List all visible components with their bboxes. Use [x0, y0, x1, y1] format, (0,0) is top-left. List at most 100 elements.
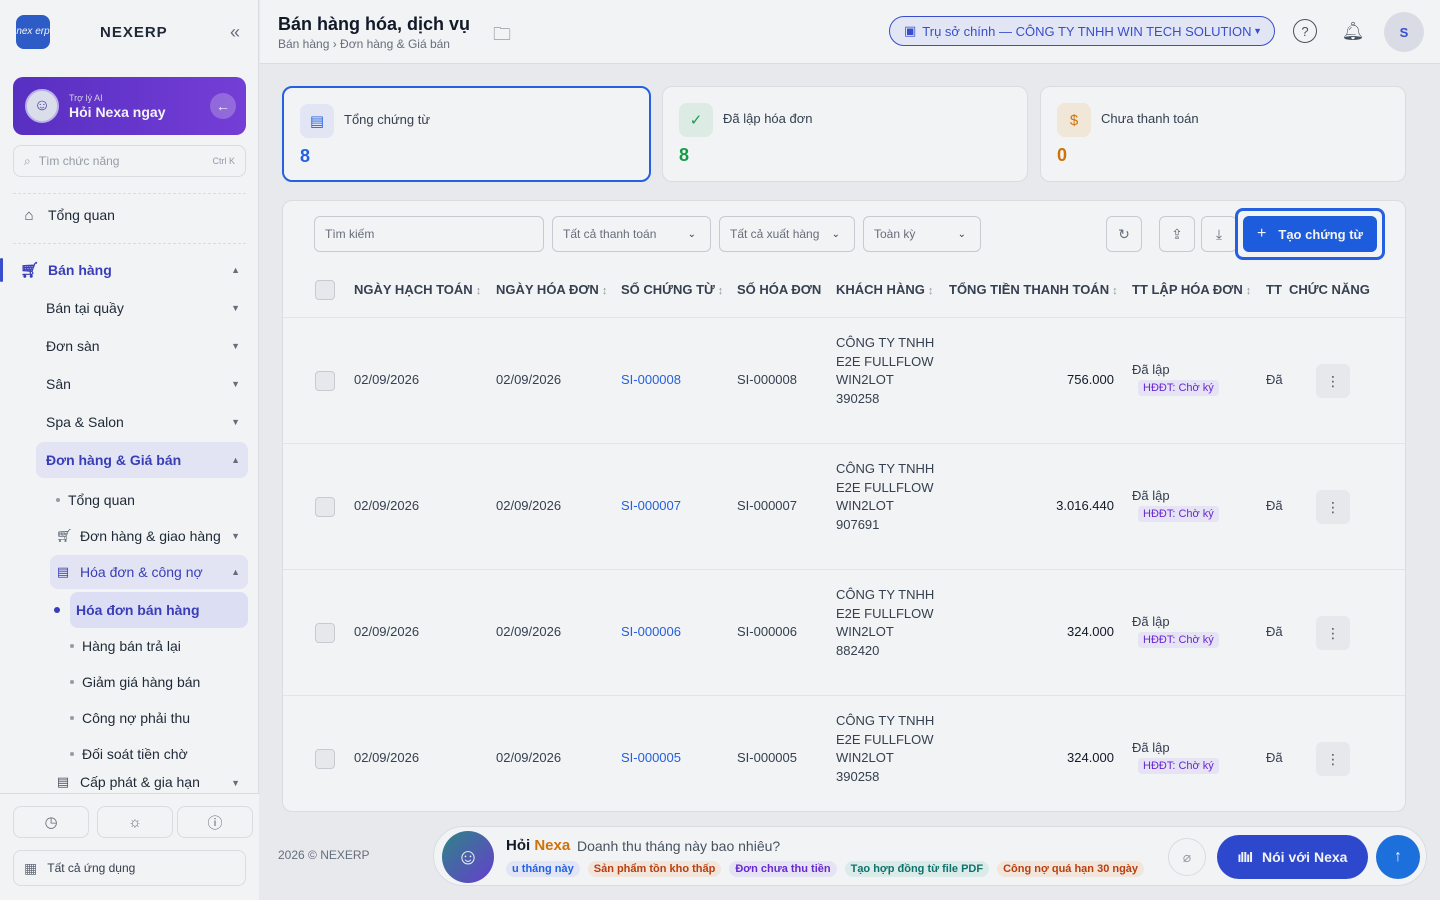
suggestion-chip[interactable]: Đơn chưa thu tiền: [729, 861, 837, 877]
sidebar-item-label: Sân: [46, 376, 71, 392]
bell-icon[interactable]: 🔔︎: [1341, 19, 1365, 43]
sidebar-leaf-returns[interactable]: Hàng bán trả lại: [70, 629, 248, 663]
customer-name: CÔNG TY TNHH E2E FULLFLOW WIN2LOT 882420: [836, 587, 935, 658]
more-vertical-icon[interactable]: ⋮: [1316, 490, 1350, 524]
document-number-link[interactable]: SI-000008: [621, 372, 681, 387]
sidebar-subitem-overview[interactable]: Tổng quan: [56, 483, 248, 517]
sidebar-divider: [13, 243, 246, 244]
sidebar-item-sales[interactable]: 🛒︎ Bán hàng ▲: [20, 253, 248, 287]
active-indicator: [0, 258, 3, 282]
table-row[interactable]: 02/09/2026 02/09/2026 SI-000008 SI-00000…: [283, 317, 1405, 443]
table-row[interactable]: 02/09/2026 02/09/2026 SI-000005 SI-00000…: [283, 695, 1405, 811]
column-header[interactable]: SỐ HÓA ĐƠN: [737, 282, 821, 297]
user-avatar[interactable]: S: [1384, 12, 1424, 52]
folder-icon[interactable]: 🗀: [493, 22, 511, 52]
table-row[interactable]: 02/09/2026 02/09/2026 SI-000007 SI-00000…: [283, 443, 1405, 569]
column-header[interactable]: KHÁCH HÀNG ↕: [836, 282, 933, 297]
sidebar-leaf-sales-invoice[interactable]: Hóa đơn bán hàng: [54, 593, 248, 627]
column-header[interactable]: TỔNG TIỀN THANH TOÁN ↕: [949, 282, 1118, 297]
post-date: 02/09/2026: [354, 372, 420, 387]
more-vertical-icon[interactable]: ⋮: [1316, 616, 1350, 650]
company-selector[interactable]: ▣ Trụ sở chính — CÔNG TY TNHH WIN TECH S…: [889, 16, 1275, 46]
ai-assistant-card[interactable]: ☺ Trợ lý AI Hỏi Nexa ngay ←: [13, 77, 246, 135]
arrow-left-icon[interactable]: ←: [210, 93, 236, 119]
chevron-down-icon: ⌄: [687, 228, 696, 240]
sidebar-item-spa[interactable]: Spa & Salon ▼: [46, 405, 248, 439]
search-input[interactable]: Tìm kiếm: [314, 216, 544, 252]
sidebar-search[interactable]: ⌕ Tìm chức năng Ctrl K: [13, 145, 246, 177]
sidebar-item-label: Công nợ phải thu: [82, 710, 191, 726]
column-header: TT: [1266, 282, 1282, 297]
chevron-down-icon: ▼: [231, 341, 240, 351]
table-header: NGÀY HẠCH TOÁN ↕ NGÀY HÓA ĐƠN ↕ SỐ CHỨNG T…: [283, 271, 1405, 309]
theme-icon[interactable]: ☼: [97, 806, 173, 838]
more-vertical-icon[interactable]: ⋮: [1316, 364, 1350, 398]
suggestion-chip[interactable]: u tháng này: [506, 861, 580, 877]
upload-icon[interactable]: ⇪: [1159, 216, 1195, 252]
payment-filter-select[interactable]: Tất cả thanh toán ⌄: [552, 216, 711, 252]
stat-card-unpaid[interactable]: $ Chưa thanh toán 0: [1040, 86, 1406, 182]
stat-label: Tổng chứng từ: [344, 112, 431, 127]
document-number-link[interactable]: SI-000007: [621, 498, 681, 513]
suggestion-chip[interactable]: Tạo hợp đồng từ file PDF: [844, 861, 990, 877]
collapse-sidebar-icon[interactable]: «: [230, 22, 240, 43]
more-vertical-icon[interactable]: ⋮: [1316, 742, 1350, 776]
post-date: 02/09/2026: [354, 750, 420, 765]
ask-input[interactable]: Doanh thu tháng này bao nhiêu?: [577, 838, 780, 854]
sidebar-leaf-discounts[interactable]: Giảm giá hàng bán: [70, 665, 248, 699]
stat-label: Đã lập hóa đơn: [723, 111, 813, 126]
create-document-button[interactable]: + Tạo chứng từ: [1243, 216, 1377, 252]
voice-label: Nói với Nexa: [1262, 849, 1348, 865]
sidebar-item-court[interactable]: Sân ▼: [46, 367, 248, 401]
row-checkbox[interactable]: [315, 371, 335, 391]
sidebar-subitem-provisioning[interactable]: ▤ Cấp phát & gia hạn ▼: [56, 774, 248, 793]
sidebar-leaf-reconciliation[interactable]: Đối soát tiền chờ: [70, 737, 248, 771]
suggestion-chip[interactable]: Sản phẩm tồn kho thấp: [587, 861, 722, 877]
history-icon[interactable]: ◷: [13, 806, 89, 838]
stat-card-total-documents[interactable]: ▤ Tổng chứng từ 8: [282, 86, 651, 182]
sidebar-item-marketplace[interactable]: Đơn sàn ▼: [46, 329, 248, 363]
voice-button[interactable]: ıllıl Nói với Nexa: [1217, 835, 1368, 879]
row-checkbox[interactable]: [315, 497, 335, 517]
sidebar-leaf-receivables[interactable]: Công nợ phải thu: [70, 701, 248, 735]
export-filter-select[interactable]: Tất cả xuất hàng ⌄: [719, 216, 855, 252]
download-icon[interactable]: ⤓: [1201, 216, 1237, 252]
sidebar-item-label: Tổng quan: [68, 492, 135, 508]
document-number-link[interactable]: SI-000005: [621, 750, 681, 765]
all-apps-button[interactable]: ▦ Tất cả ứng dụng: [13, 850, 246, 886]
coin-icon: $: [1057, 103, 1091, 137]
building-icon: ▣: [904, 23, 917, 38]
select-all-checkbox[interactable]: [315, 280, 335, 300]
stat-value: 8: [679, 145, 690, 165]
row-checkbox[interactable]: [315, 749, 335, 769]
suggestion-chip[interactable]: Công nợ quá hạn 30 ngày: [997, 861, 1145, 877]
stat-card-invoiced[interactable]: ✓ Đã lập hóa đơn 8: [662, 86, 1028, 182]
robot-icon[interactable]: ☺: [442, 831, 494, 883]
bullet: [54, 607, 60, 613]
sidebar-item-label: Đối soát tiền chờ: [82, 746, 188, 762]
cart-icon: 🛒︎: [20, 262, 40, 279]
sidebar-item-pos[interactable]: Bán tại quầy ▼: [46, 291, 248, 325]
column-header[interactable]: NGÀY HẠCH TOÁN ↕: [354, 282, 481, 297]
table-row[interactable]: 02/09/2026 02/09/2026 SI-000006 SI-00000…: [283, 569, 1405, 695]
help-icon[interactable]: ?: [1293, 19, 1317, 43]
sidebar-subitem-invoice-debt[interactable]: ▤ Hóa đơn & công nợ ▲: [56, 555, 248, 589]
sidebar-item-overview[interactable]: ⌂ Tổng quan: [20, 198, 248, 232]
invoice-date: 02/09/2026: [496, 372, 562, 387]
refresh-icon[interactable]: ↻: [1106, 216, 1142, 252]
robot-icon: ☺: [25, 89, 59, 123]
column-header[interactable]: NGÀY HÓA ĐƠN ↕: [496, 282, 607, 297]
sidebar-item-orders-pricing[interactable]: Đơn hàng & Giá bán ▲: [46, 443, 248, 477]
period-filter-select[interactable]: Toàn kỳ ⌄: [863, 216, 981, 252]
column-header[interactable]: TT LẬP HÓA ĐƠN ↕: [1132, 282, 1251, 297]
logo-row: nex erp NEXERP «: [16, 14, 246, 50]
sidebar-subitem-orders-delivery[interactable]: 🛒︎ Đơn hàng & giao hàng ▼: [56, 519, 248, 553]
info-icon[interactable]: ⓘ: [177, 806, 253, 838]
send-arrow-icon[interactable]: ↑: [1376, 835, 1420, 879]
paperclip-icon[interactable]: ⌀: [1168, 838, 1206, 876]
row-checkbox[interactable]: [315, 623, 335, 643]
column-header[interactable]: SỐ CHỨNG TỪ ↕: [621, 282, 723, 297]
post-date: 02/09/2026: [354, 624, 420, 639]
sidebar-item-label: Đơn hàng & giao hàng: [80, 528, 221, 544]
document-number-link[interactable]: SI-000006: [621, 624, 681, 639]
